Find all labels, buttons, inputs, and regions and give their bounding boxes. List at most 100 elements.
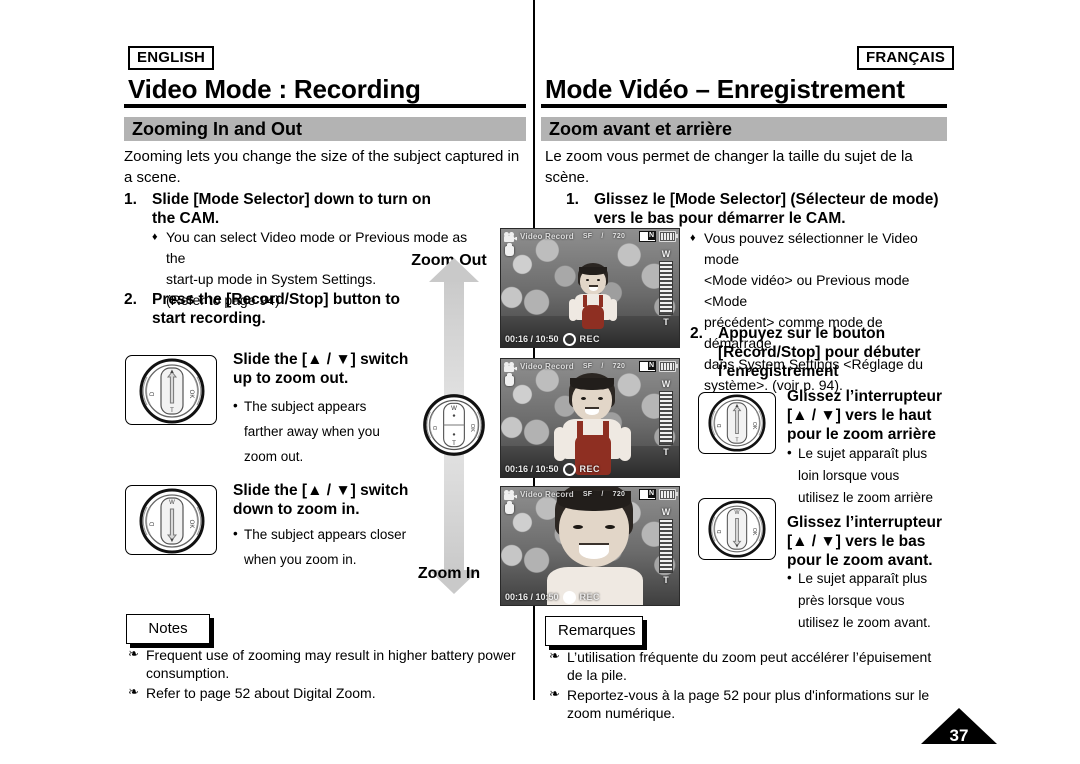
step-2-number-english: 2. [124,291,137,308]
record-dot-icon [562,332,576,346]
child-subject [535,487,653,605]
battery-icon [659,231,678,242]
lcd-separator: / [601,491,604,498]
note-text: Le sujet apparaît plus [798,446,928,461]
step-1-number-english: 1. [124,191,137,208]
svg-text:OK: OK [751,528,757,536]
lcd-rec-label: REC [579,334,601,344]
note-item: ❧ Frequent use of zooming may result in … [124,646,524,682]
language-tag-english: ENGLISH [128,46,215,71]
intro-text-francais: Le zoom vous permet de changer la taille… [545,148,913,186]
zoom-wide-label: W [661,379,671,389]
lcd-rec-label: REC [579,464,601,474]
fringe [570,378,614,390]
note-item-text: L’utilisation fréquente du zoom peut acc… [567,649,932,683]
svg-text:W: W [169,500,175,506]
zoom-ticks [659,261,673,315]
step-1-english: 1. Slide [Mode Selector] down to turn on… [124,190,454,228]
lcd-mode-label: Video Record [520,362,574,371]
note-text: farther away when you [244,424,380,439]
flower-bullet-icon: ❧ [549,648,560,663]
lcd-separator: / [601,233,604,240]
anti-shake-hand-icon [505,373,514,386]
note-item-text: Reportez-vous à la page 52 pour plus d'i… [567,687,930,721]
svg-text:D: D [717,530,723,534]
svg-text:OK: OK [188,520,194,529]
anti-shake-hand-icon [505,243,514,256]
svg-text:T: T [170,408,174,414]
note-item-text: Refer to page 52 about Digital Zoom. [146,685,376,701]
notes-heading-english: Notes [126,614,210,644]
lcd-status-bar-bottom: 00:16 / 10:50 REC [501,589,679,605]
bullet-text: <Mode vidéo> ou Previous mode <Mode [704,272,910,309]
lcd-scene [501,359,679,477]
note-item: ❧ Refer to page 52 about Digital Zoom. [124,684,524,702]
svg-text:OK: OK [469,424,475,432]
strap-left [583,295,587,307]
down-switch-icon: W ▼ D OK [137,488,207,554]
lcd-resolution: 720 [612,363,626,370]
eye-left [581,397,586,400]
anti-shake-hand-icon [505,501,514,514]
strap-right [603,421,609,439]
arm-left [554,427,566,461]
section-title-english: Zooming In and Out [124,117,526,141]
zoom-out-instruction-francais: Glissez l’interrupteur [▲ / ▼] vers le h… [787,388,943,443]
dot-bullet-icon: • [233,398,238,413]
arm-right [609,299,617,321]
lcd-timecode: 00:16 / 10:50 [505,334,559,344]
arm-right [619,427,631,461]
lcd-preview-wide: Video Record SF / 720 W T 00:16 / 10:50 … [500,228,680,348]
svg-text:▲: ▲ [169,369,175,375]
note-text: The subject appears closer [244,527,407,542]
svg-text:▲: ▲ [734,403,739,409]
zoom-in-instruction-francais: Glissez l’interrupteur [▲ / ▼] vers le b… [787,514,943,569]
language-tag-english-row: ENGLISH [128,46,215,71]
note-line: • Le sujet apparaît plus [787,443,967,465]
note-text: près lorsque vous [798,593,905,608]
step-1-text-francais: Glissez le [Mode Selector] (Sélecteur de… [594,191,939,227]
lcd-quality: SF [582,491,593,498]
arm-left [569,299,577,321]
mouth [579,543,609,559]
step-1-number-francais: 1. [566,191,579,208]
bullet-line: ♦ Vous pouvez sélectionner le Video mode [690,228,952,270]
lcd-scene [501,229,679,347]
svg-text:D: D [717,424,723,428]
step-2-english: 2. Press the [Record/Stop] button to sta… [124,290,424,328]
record-dot-icon [562,590,576,604]
note-line: • Le sujet apparaît plus [787,568,967,590]
eye-left [573,525,583,529]
lcd-quality: SF [582,233,593,240]
memory-card-icon [639,361,656,372]
header-rule-english [124,104,526,108]
step-2-text-english: Press the [Record/Stop] button to start … [152,291,400,327]
zoom-level-indicator: W T [659,379,673,457]
strap-right [599,295,603,307]
svg-text:▼: ▼ [169,538,175,544]
lcd-timecode: 00:16 / 10:50 [505,592,559,602]
memory-card-icon [639,231,656,242]
note-item-text: Frequent use of zooming may result in hi… [146,647,516,681]
note-item: ❧ L’utilisation fréquente du zoom peut a… [545,648,950,684]
step-2-number-francais: 2. [690,325,703,342]
svg-text:D: D [433,426,439,430]
note-item: ❧ Reportez-vous à la page 52 pour plus d… [545,686,950,722]
lcd-scene [501,487,679,605]
lcd-status-bar-top: Video Record SF / 720 [501,487,679,502]
zoom-in-note-francais: • Le sujet apparaît plus près lorsque vo… [787,568,967,634]
note-line: • The subject appears [233,394,443,419]
svg-text:OK: OK [188,390,194,399]
flower-bullet-icon: ❧ [128,646,139,661]
note-line: • The subject appears closer [233,522,448,547]
notes-list-english: ❧ Frequent use of zooming may result in … [124,646,524,704]
lcd-rec-label: REC [579,592,601,602]
lcd-status-bar-top: Video Record SF / 720 [501,359,679,374]
lcd-status-bar-top: Video Record SF / 720 [501,229,679,244]
note-text: The subject appears [244,399,367,414]
language-tag-francais-row: FRANÇAIS [857,46,955,71]
zoom-tele-label: T [663,575,669,585]
svg-text:OK: OK [751,422,757,430]
section-title-francais: Zoom avant et arrière [541,117,947,141]
up-switch-icon: ▲ T D OK [137,358,207,424]
